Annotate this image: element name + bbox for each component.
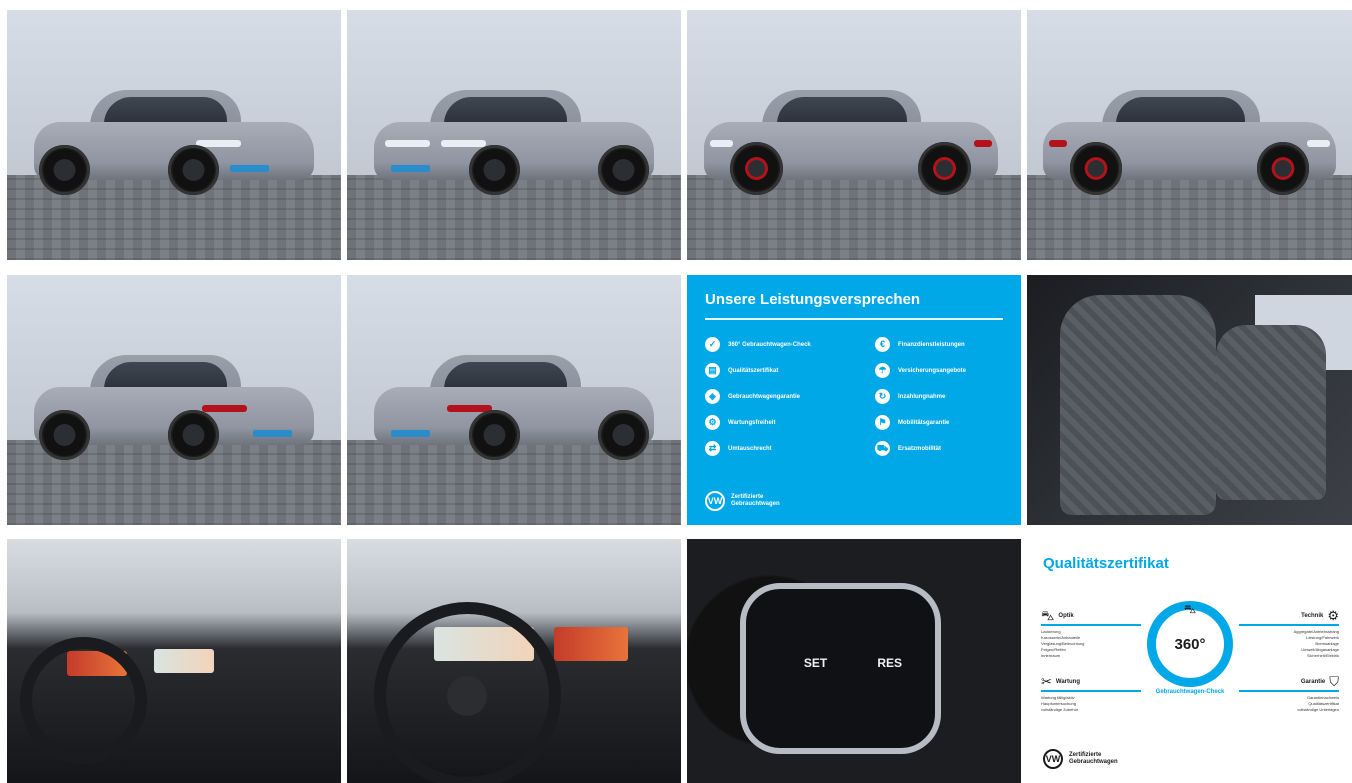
gallery-tile-rear-left[interactable] [7,275,341,525]
gallery-tile-side-right[interactable] [1027,10,1352,260]
certified-used-cars-brand: VW Zertifizierte Gebrauchtwagen [1043,749,1118,769]
promise-item: ↻ Inzahlungnahme [875,389,966,404]
promises-divider [705,318,1003,320]
check-360-ring: ⛍ 360° [1147,601,1233,687]
steering-closeup-scene: SET RES [687,539,1021,783]
car-front-icon: ⛍ [1041,608,1055,623]
cert-block-technik: Technik ⚙ Aggregate/Antriebsstrang Leistu… [1239,609,1339,659]
check-icon: ✓ [705,337,720,352]
finance-icon: € [875,337,890,352]
vw-logo-icon: VW [1043,749,1063,769]
res-button-label: RES [877,656,903,671]
car-rear-right-view [373,355,655,460]
cockpit-scene [7,539,341,783]
set-button-label: SET [803,656,828,671]
car-icon: ⛍ [1183,602,1197,616]
cert-block-wartung: ✂ Wartung Wartung fällig/aktiv Hauptunter… [1041,675,1141,713]
promises-list-right: € Finanzdienstleistungen ☂ Versicherungsan… [875,337,966,456]
certificate-icon: ▤ [705,363,720,378]
seats-scene [1027,275,1352,525]
gallery-tile-front-left[interactable] [7,10,341,260]
steering-wheel [20,636,148,764]
car-front-right-view [373,90,655,195]
replacement-car-icon: ⛟ [875,441,890,456]
gallery-tile-front-seats[interactable] [1027,275,1352,525]
certified-used-cars-brand: VW Zertifizierte Gebrauchtwagen [705,491,780,511]
shield-check-icon: ⛉ [1329,674,1339,689]
instrument-scene [347,539,681,783]
promise-item: ◈ Gebrauchtwagengarantie [705,389,811,404]
car-left-side-view [703,90,998,195]
steering-spoke [740,582,941,754]
gallery-tile-steering-buttons[interactable]: SET RES [687,539,1021,783]
gallery-tile-instrument-cluster[interactable] [347,539,681,783]
infotainment-display [554,626,628,661]
promises-panel: Unsere Leistungsversprechen ✓ 360° Gebrau… [687,275,1021,525]
promise-item: ▤ Qualitätszertifikat [705,363,811,378]
infotainment-display [153,648,215,674]
shield-icon: ◈ [705,389,720,404]
check-360-label: Gebrauchtwagen-Check [1155,689,1225,695]
gallery-tile-certificate[interactable]: Qualitätszertifikat ⛍ Optik Lackierung Ka… [1027,539,1352,783]
promise-item: ⛟ Ersatzmobilität [875,441,966,456]
driver-seat [1059,295,1216,515]
engine-icon: ⚙ [1327,608,1339,623]
trade-in-icon: ↻ [875,389,890,404]
gallery-tile-side-left[interactable] [687,10,1021,260]
cert-block-optik: ⛍ Optik Lackierung Karosserie/Anbauteile … [1041,609,1141,659]
exchange-icon: ⇄ [705,441,720,456]
promise-item: ✓ 360° Gebrauchtwagen-Check [705,337,811,352]
photo-gallery-grid: Unsere Leistungsversprechen ✓ 360° Gebrau… [0,0,1352,783]
promises-title: Unsere Leistungsversprechen [705,291,921,308]
mobility-icon: ⚑ [875,415,890,430]
car-right-side-view [1043,90,1336,195]
promise-item: ☂ Versicherungsangebote [875,363,966,378]
car-rear-left-view [33,355,315,460]
gallery-tile-promises[interactable]: Unsere Leistungsversprechen ✓ 360° Gebrau… [687,275,1021,525]
gallery-tile-cockpit[interactable] [7,539,341,783]
car-front-left-view [33,90,315,195]
passenger-seat [1215,325,1326,500]
vw-logo-icon: VW [705,491,725,511]
gallery-tile-rear-right[interactable] [347,275,681,525]
certificate-panel: Qualitätszertifikat ⛍ Optik Lackierung Ka… [1027,539,1352,783]
certificate-title: Qualitätszertifikat [1043,555,1169,572]
promise-item: ⚑ Mobilitätsgarantie [875,415,966,430]
cert-block-garantie: Garantie ⛉ Garantienachweis Qualitätszert… [1239,675,1339,713]
gallery-tile-front-right[interactable] [347,10,681,260]
check-360-value: 360° [1174,636,1206,653]
promise-item: € Finanzdienstleistungen [875,337,966,352]
insurance-icon: ☂ [875,363,890,378]
promise-item: ⇄ Umtauschrecht [705,441,811,456]
promises-list-left: ✓ 360° Gebrauchtwagen-Check ▤ Qualitätszer… [705,337,811,456]
wrench-icon: ⚙ [705,415,720,430]
promise-item: ⚙ Wartungsfreiheit [705,415,811,430]
wrench-icon: ✂ [1041,674,1052,689]
